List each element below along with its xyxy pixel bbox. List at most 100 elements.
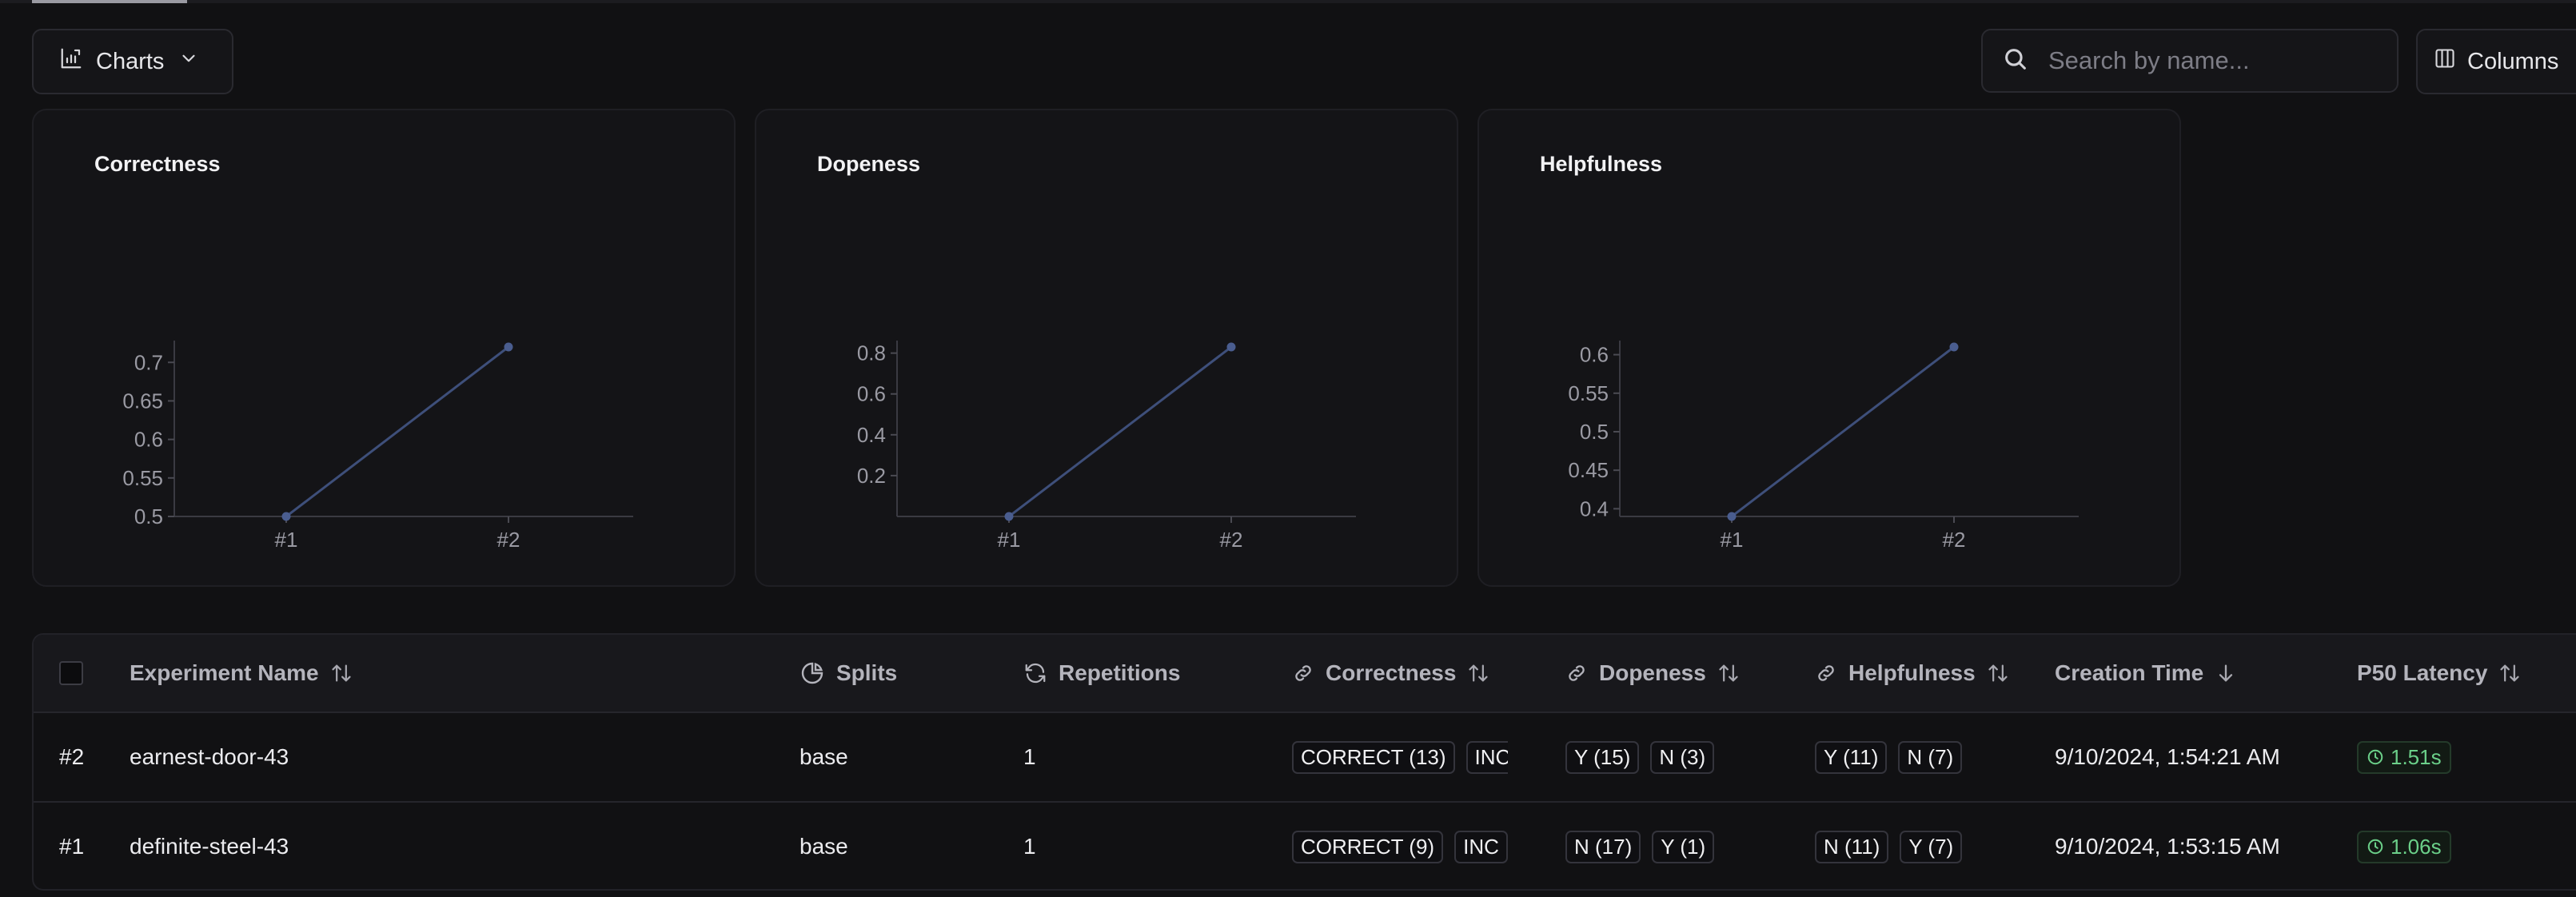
header-helpfulness[interactable]: Helpfulness <box>1815 635 2009 712</box>
sort-icon[interactable] <box>2498 662 2521 684</box>
repeat-icon <box>1023 661 1047 685</box>
tag: N (7) <box>1898 740 1963 774</box>
chart-panel-helpfulness: Helpfulness 0.4 0.45 0.5 0.55 0.6 #1 #2 <box>1477 109 2181 587</box>
header-p50-latency[interactable]: P50 Latency <box>2357 635 2521 712</box>
latency-cell: 1.51s <box>2357 713 2451 801</box>
tag: N (3) <box>1650 740 1715 774</box>
tag: Y (15) <box>1565 740 1640 774</box>
header-experiment-name[interactable]: Experiment Name <box>130 635 353 712</box>
experiment-name[interactable]: earnest-door-43 <box>130 713 289 801</box>
row-number: #2 <box>59 744 85 769</box>
correctness-tags: CORRECT (13) INC <box>1292 713 1508 801</box>
repetitions-value: 1 <box>1023 744 1036 769</box>
header-label: Dopeness <box>1599 660 1706 685</box>
charts-button-label: Charts <box>96 48 165 74</box>
tag: CORRECT (9) <box>1292 830 1444 863</box>
tag: INC <box>1454 830 1508 863</box>
charts-toggle-button[interactable]: Charts <box>32 29 233 94</box>
header-splits: Splits <box>800 635 897 712</box>
x-tick-label: #2 <box>497 528 520 552</box>
tag: Y (1) <box>1652 830 1715 863</box>
latency-cell: 1.06s <box>2357 803 2451 889</box>
columns-button-label: Columns <box>2467 48 2559 74</box>
sort-icon[interactable] <box>1467 662 1489 684</box>
dopeness-tags: Y (15) N (3) <box>1565 713 1725 801</box>
sort-icon[interactable] <box>1987 662 2009 684</box>
y-tick-label: 0.4 <box>857 423 886 447</box>
y-tick-label: 0.55 <box>1568 381 1609 405</box>
header-dopeness[interactable]: Dopeness <box>1565 635 1740 712</box>
select-all-checkbox[interactable] <box>59 661 83 685</box>
helpfulness-chart: 0.4 0.45 0.5 0.55 0.6 #1 #2 <box>1568 341 2079 552</box>
creation-time: 9/10/2024, 1:54:21 AM <box>2055 744 2280 769</box>
latency-badge: 1.51s <box>2357 740 2451 774</box>
pie-chart-icon <box>800 660 825 686</box>
x-tick-label: #2 <box>1943 528 1966 552</box>
x-tick-label: #1 <box>998 528 1021 552</box>
tag: Y (7) <box>1900 830 1963 863</box>
series-line <box>285 345 509 518</box>
y-tick-label: 0.45 <box>1568 458 1609 482</box>
creation-time: 9/10/2024, 1:53:15 AM <box>2055 834 2280 859</box>
top-tab-strip <box>0 0 2576 3</box>
table-row[interactable]: #2 earnest-door-43 base 1 CORRECT (13) I… <box>34 713 2576 803</box>
columns-button[interactable]: Columns <box>2416 29 2576 94</box>
y-tick-label: 0.4 <box>1580 496 1609 520</box>
link-icon <box>1565 662 1588 684</box>
chevron-down-icon <box>178 48 199 75</box>
tag: INC <box>1465 740 1508 774</box>
latency-value: 1.51s <box>2391 744 2442 769</box>
header-label: Correctness <box>1326 660 1457 685</box>
columns-icon <box>2434 47 2456 76</box>
link-icon <box>1292 662 1314 684</box>
dopeness-tags: N (17) Y (1) <box>1565 803 1725 889</box>
header-label: P50 Latency <box>2357 660 2488 685</box>
latency-badge: 1.06s <box>2357 830 2451 863</box>
data-point <box>1004 512 1014 521</box>
tag: CORRECT (13) <box>1292 740 1455 774</box>
x-tick-label: #1 <box>1721 528 1744 552</box>
header-repetitions: Repetitions <box>1023 635 1180 712</box>
helpfulness-tags: N (11) Y (7) <box>1815 803 1973 889</box>
header-correctness[interactable]: Correctness <box>1292 635 1489 712</box>
arrow-down-icon[interactable] <box>2215 662 2237 684</box>
y-tick-label: 0.6 <box>857 382 886 406</box>
series-line <box>1008 345 1232 518</box>
sort-icon[interactable] <box>330 662 353 684</box>
splits-value: base <box>800 744 848 769</box>
search-input[interactable] <box>2047 46 2386 76</box>
table-row[interactable]: #1 definite-steel-43 base 1 CORRECT (9) … <box>34 803 2576 889</box>
search-field[interactable] <box>1981 29 2399 93</box>
table-header: Experiment Name Splits Repetitions Corre… <box>34 635 2576 713</box>
link-icon <box>1815 662 1837 684</box>
header-label: Creation Time <box>2055 660 2204 685</box>
experiment-name[interactable]: definite-steel-43 <box>130 803 289 889</box>
y-tick-label: 0.65 <box>122 389 163 413</box>
header-label: Repetitions <box>1059 660 1181 685</box>
row-number: #1 <box>59 834 85 859</box>
search-icon <box>2002 46 2029 77</box>
y-tick-label: 0.5 <box>134 504 163 528</box>
repetitions-value: 1 <box>1023 834 1036 859</box>
experiments-table: Experiment Name Splits Repetitions Corre… <box>32 633 2576 891</box>
tag: Y (11) <box>1815 740 1888 774</box>
dopeness-chart: 0.2 0.4 0.6 0.8 #1 #2 <box>857 341 1356 552</box>
latency-value: 1.06s <box>2391 834 2442 859</box>
y-tick-label: 0.5 <box>1580 420 1609 444</box>
select-all-cell <box>59 635 83 712</box>
chart-panel-correctness: Correctness 0.5 0.55 0.6 0.65 0.7 #1 #2 <box>32 109 736 587</box>
y-tick-label: 0.55 <box>122 466 163 490</box>
y-tick-label: 0.8 <box>857 341 886 365</box>
data-point <box>1949 342 1959 352</box>
x-tick-label: #2 <box>1220 528 1243 552</box>
data-point <box>1226 342 1236 352</box>
sort-icon[interactable] <box>1717 662 1740 684</box>
y-tick-label: 0.2 <box>857 464 886 488</box>
header-label: Helpfulness <box>1848 660 1976 685</box>
x-tick-label: #1 <box>275 528 298 552</box>
header-label: Splits <box>836 660 898 685</box>
data-point <box>281 512 291 521</box>
header-creation-time[interactable]: Creation Time <box>2055 635 2237 712</box>
data-point <box>504 342 513 352</box>
y-tick-label: 0.6 <box>134 428 163 452</box>
